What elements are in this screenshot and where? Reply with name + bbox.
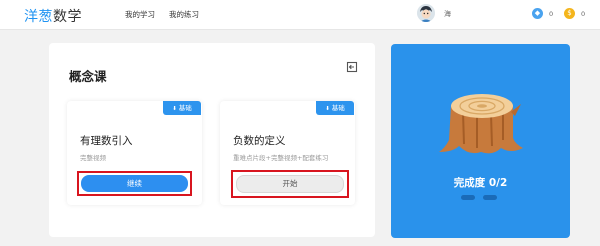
logo-text-1: 洋葱 — [24, 9, 53, 25]
user-avatar-icon — [417, 4, 435, 22]
down-arrow-icon: ⬇ — [325, 106, 330, 112]
section-title: 概念课 — [69, 69, 107, 84]
app-logo[interactable]: 洋葱数学 — [24, 6, 82, 26]
lesson-card[interactable]: ⬇ 基础 有理数引入 完整视频 继续 — [67, 101, 202, 205]
badge-label: 基础 — [178, 104, 192, 112]
top-bar: 洋葱数学 我的学习 我的练习 海 ◆ 0 $ 0 — [0, 0, 600, 30]
level-badge: ⬇ 基础 — [316, 101, 354, 115]
level-badge: ⬇ 基础 — [163, 101, 201, 115]
lesson-subtitle: 重难点片段+完整视频+配套练习 — [233, 154, 329, 162]
tree-stump-icon — [439, 94, 523, 154]
lesson-title: 负数的定义 — [233, 135, 286, 147]
highlight-box: 开始 — [231, 170, 349, 198]
coin-count: 0 — [581, 10, 586, 18]
badge-label: 基础 — [331, 104, 345, 112]
blue-gem-icon: ◆ — [532, 8, 543, 19]
page-indicator-dot[interactable] — [483, 195, 497, 200]
nav-my-practice[interactable]: 我的练习 — [169, 9, 199, 20]
highlight-box: 继续 — [77, 171, 192, 196]
down-arrow-icon: ⬇ — [172, 106, 177, 112]
gem-count: 0 — [549, 10, 554, 18]
lesson-card[interactable]: ⬇ 基础 负数的定义 重难点片段+完整视频+配套练习 开始 — [220, 101, 355, 205]
logo-text-2: 数学 — [53, 9, 82, 25]
progress-panel: 完成度 0/2 — [391, 44, 570, 238]
start-button[interactable]: 开始 — [236, 175, 344, 193]
progress-label: 完成度 0/2 — [453, 177, 508, 189]
lesson-subtitle: 完整视频 — [80, 154, 106, 162]
username[interactable]: 海 — [444, 9, 451, 19]
page-indicator-dot[interactable] — [461, 195, 475, 200]
concept-lessons-card: 概念课 ⬇ 基础 有理数引入 完整视频 继续 ⬇ 基础 负数的定义 重难点片段+完整… — [49, 43, 375, 237]
lesson-title: 有理数引入 — [80, 135, 133, 147]
exit-icon[interactable] — [346, 61, 358, 73]
avatar[interactable] — [417, 4, 435, 22]
gold-coin-icon: $ — [564, 8, 575, 19]
continue-button[interactable]: 继续 — [81, 175, 188, 192]
nav-my-learning[interactable]: 我的学习 — [125, 9, 155, 20]
